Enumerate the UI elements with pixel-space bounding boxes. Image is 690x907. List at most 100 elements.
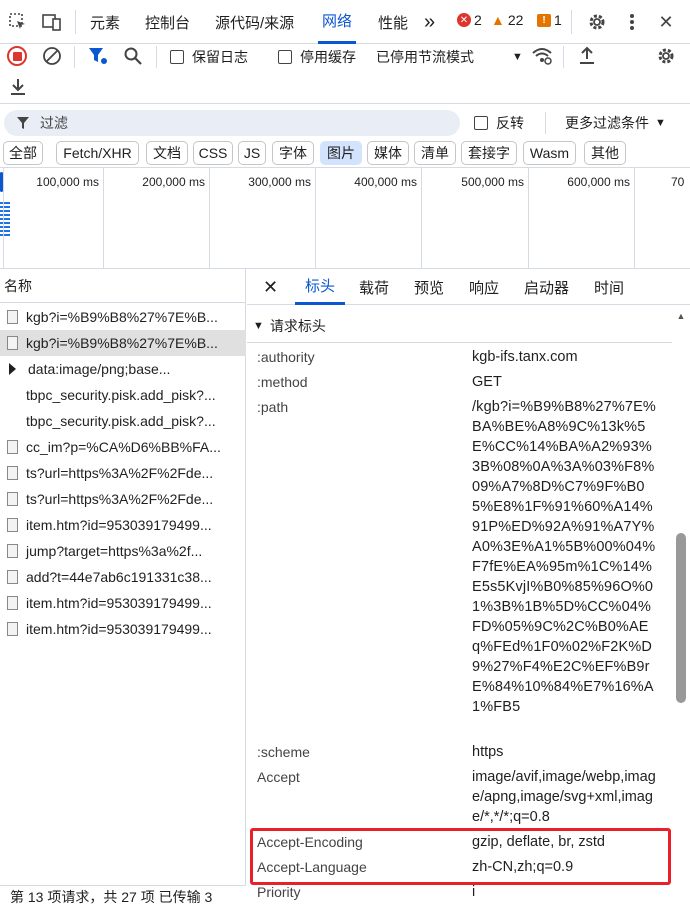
- expand-triangle-icon[interactable]: [9, 363, 16, 375]
- chip-socket[interactable]: 套接字: [461, 141, 517, 165]
- error-count[interactable]: ✕ 2: [457, 12, 482, 28]
- issues-count[interactable]: ! 1: [537, 12, 562, 28]
- request-row[interactable]: item.htm?id=953039179499...: [0, 512, 246, 538]
- request-row[interactable]: cc_im?p=%CA%D6%BB%FA...: [0, 434, 246, 460]
- timeline-tick: 70: [634, 168, 690, 269]
- filter-input[interactable]: 过滤: [4, 110, 460, 136]
- export-har-icon[interactable]: [8, 77, 28, 102]
- collapse-triangle-icon: ▼: [253, 319, 264, 332]
- image-file-icon: [7, 570, 18, 584]
- timeline-tick: 500,000 ms: [421, 168, 528, 269]
- tab-response[interactable]: 响应: [469, 269, 499, 305]
- highlight-annotation: [250, 828, 671, 885]
- import-har-icon[interactable]: [577, 46, 597, 71]
- detail-tabs: ✕ 标头 载荷 预览 响应 启动器 时间: [247, 269, 690, 305]
- preserve-log-checkbox[interactable]: 保留日志: [170, 47, 248, 67]
- timeline-overview[interactable]: 100,000 ms 200,000 ms 300,000 ms 400,000…: [0, 168, 690, 269]
- tab-headers[interactable]: 标头: [295, 269, 346, 305]
- image-file-icon: [7, 622, 18, 636]
- tab-timing[interactable]: 时间: [594, 269, 624, 305]
- name-column-header[interactable]: 名称: [0, 269, 245, 303]
- request-row[interactable]: data:image/png;base...: [0, 356, 246, 382]
- chip-manifest[interactable]: 清单: [414, 141, 456, 165]
- record-stop-icon[interactable]: [7, 46, 27, 66]
- header-name: :scheme: [257, 744, 310, 760]
- request-headers-section[interactable]: ▼ 请求标头: [247, 309, 672, 343]
- network-settings-icon[interactable]: [656, 46, 676, 71]
- tab-payload[interactable]: 载荷: [359, 269, 389, 305]
- network-conditions-icon[interactable]: [531, 46, 553, 71]
- dropdown-arrow-icon: ▼: [512, 51, 523, 63]
- request-row[interactable]: kgb?i=%B9%B8%27%7E%B...: [0, 304, 246, 330]
- chip-css[interactable]: CSS: [193, 141, 233, 165]
- header-value: GET: [472, 374, 502, 390]
- request-list: 名称 kgb?i=%B9%B8%27%7E%B... kgb?i=%B9%B8%…: [0, 269, 246, 885]
- request-row-selected[interactable]: kgb?i=%B9%B8%27%7E%B...: [0, 330, 246, 356]
- warning-count[interactable]: ▲ 22: [491, 12, 523, 28]
- filter-icon: [17, 117, 29, 129]
- header-name: :path: [257, 399, 289, 415]
- more-filters-dropdown[interactable]: 更多过滤条件 ▼: [565, 113, 666, 133]
- timeline-tick: 100,000 ms: [3, 168, 103, 269]
- inspect-element-icon[interactable]: [6, 10, 30, 34]
- timeline-tick: 200,000 ms: [103, 168, 209, 269]
- filter-funnel-icon[interactable]: [88, 47, 108, 70]
- scroll-up-arrow-icon[interactable]: ▲: [676, 309, 686, 323]
- header-name: Accept: [257, 769, 300, 785]
- tab-performance[interactable]: 性能: [374, 0, 412, 44]
- image-file-icon: [7, 466, 18, 480]
- request-detail-pane: ✕ 标头 载荷 预览 响应 启动器 时间 ▼ 请求标头 :authority k…: [247, 269, 690, 907]
- header-value: kgb-ifs.tanx.com: [472, 349, 578, 365]
- request-row[interactable]: ts?url=https%3A%2F%2Fde...: [0, 486, 246, 512]
- issue-icon: !: [537, 13, 551, 27]
- clear-icon[interactable]: [42, 46, 62, 71]
- chip-img[interactable]: 图片: [320, 141, 362, 165]
- image-file-icon: [7, 492, 18, 506]
- image-file-icon: [7, 596, 18, 610]
- chip-media[interactable]: 媒体: [367, 141, 409, 165]
- close-detail-icon[interactable]: ✕: [263, 269, 278, 305]
- tab-preview[interactable]: 预览: [414, 269, 444, 305]
- request-row[interactable]: item.htm?id=953039179499...: [0, 590, 246, 616]
- throttling-select[interactable]: 已停用节流模式 ▼: [376, 47, 523, 67]
- header-name: :method: [257, 374, 308, 390]
- chip-other[interactable]: 其他: [584, 141, 626, 165]
- image-file-icon: [7, 544, 18, 558]
- scrollbar-thumb[interactable]: [676, 533, 686, 703]
- tab-network[interactable]: 网络: [318, 0, 357, 44]
- warning-icon: ▲: [491, 12, 505, 28]
- chip-all[interactable]: 全部: [3, 141, 43, 165]
- request-row[interactable]: add?t=44e7ab6c191331c38...: [0, 564, 246, 590]
- devtools-tabbar: 元素 控制台 源代码/来源 网络 性能 » ✕ 2 ▲ 22 ! 1 ✕: [0, 0, 690, 44]
- header-name: :authority: [257, 349, 315, 365]
- settings-gear-icon[interactable]: [585, 10, 609, 34]
- tab-sources[interactable]: 源代码/来源: [211, 0, 298, 44]
- search-icon[interactable]: [123, 46, 143, 71]
- request-row[interactable]: ts?url=https%3A%2F%2Fde...: [0, 460, 246, 486]
- header-name: Priority: [257, 884, 301, 900]
- dropdown-arrow-icon: ▼: [655, 117, 666, 129]
- device-toolbar-icon[interactable]: [40, 10, 64, 34]
- more-tabs-icon[interactable]: »: [420, 0, 439, 44]
- request-row[interactable]: item.htm?id=953039179499...: [0, 616, 246, 642]
- kebab-menu-icon[interactable]: [620, 10, 644, 34]
- request-row[interactable]: jump?target=https%3a%2f...: [0, 538, 246, 564]
- tab-initiator[interactable]: 启动器: [524, 269, 569, 305]
- image-file-icon: [7, 336, 18, 350]
- header-value: image/avif,image/webp,image/apng,image/s…: [472, 769, 656, 825]
- close-devtools-icon[interactable]: ✕: [654, 10, 678, 34]
- disable-cache-checkbox[interactable]: 停用缓存: [278, 47, 356, 67]
- resource-type-chips: 全部 Fetch/XHR 文档 CSS JS 字体 图片 媒体 清单 套接字 W…: [0, 140, 690, 168]
- image-file-icon: [7, 440, 18, 454]
- chip-font[interactable]: 字体: [272, 141, 314, 165]
- timeline-tick: 600,000 ms: [528, 168, 634, 269]
- chip-fetch-xhr[interactable]: Fetch/XHR: [56, 141, 139, 165]
- chip-wasm[interactable]: Wasm: [523, 141, 576, 165]
- chip-doc[interactable]: 文档: [146, 141, 188, 165]
- chip-js[interactable]: JS: [238, 141, 266, 165]
- tab-console[interactable]: 控制台: [141, 0, 194, 44]
- tab-elements[interactable]: 元素: [86, 0, 124, 44]
- request-row[interactable]: tbpc_security.pisk.add_pisk?...: [0, 408, 246, 434]
- request-row[interactable]: tbpc_security.pisk.add_pisk?...: [0, 382, 246, 408]
- invert-checkbox[interactable]: 反转: [474, 113, 524, 133]
